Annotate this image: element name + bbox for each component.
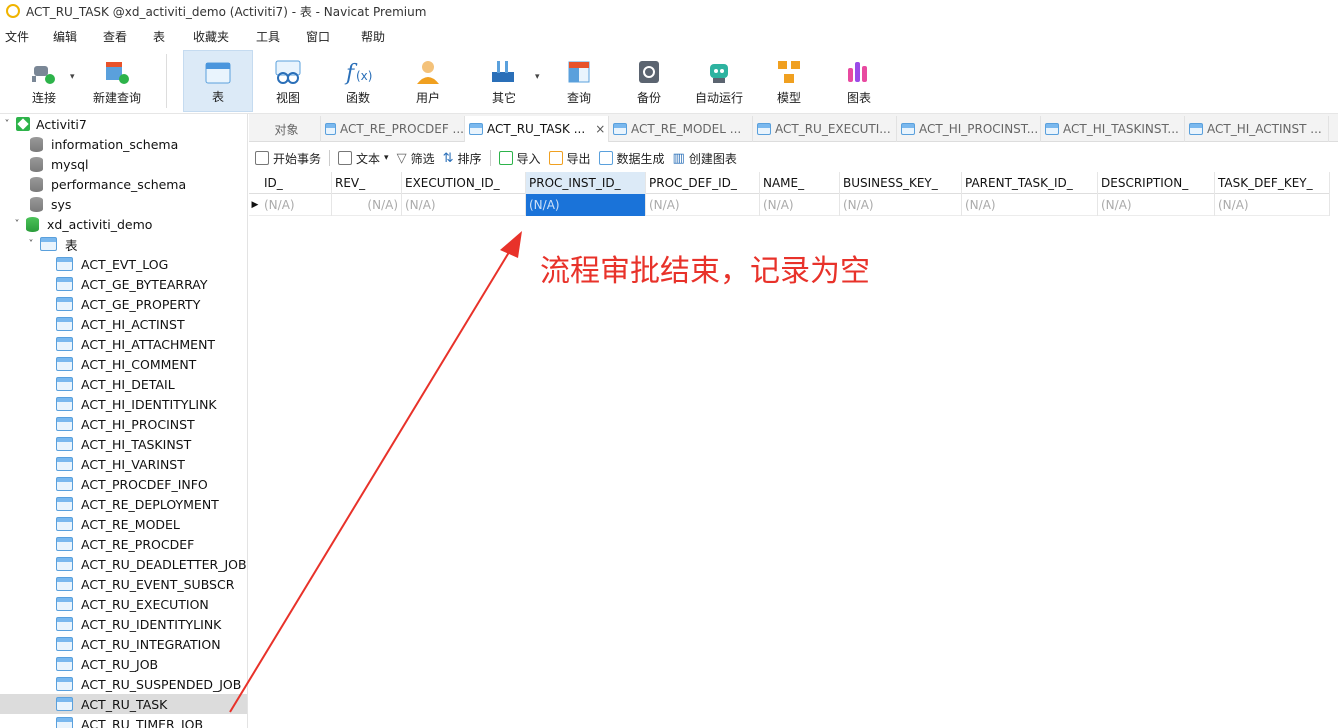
annotation-text: 流程审批结束，记录为空 — [540, 254, 870, 289]
annotation-arrow — [229, 231, 522, 713]
